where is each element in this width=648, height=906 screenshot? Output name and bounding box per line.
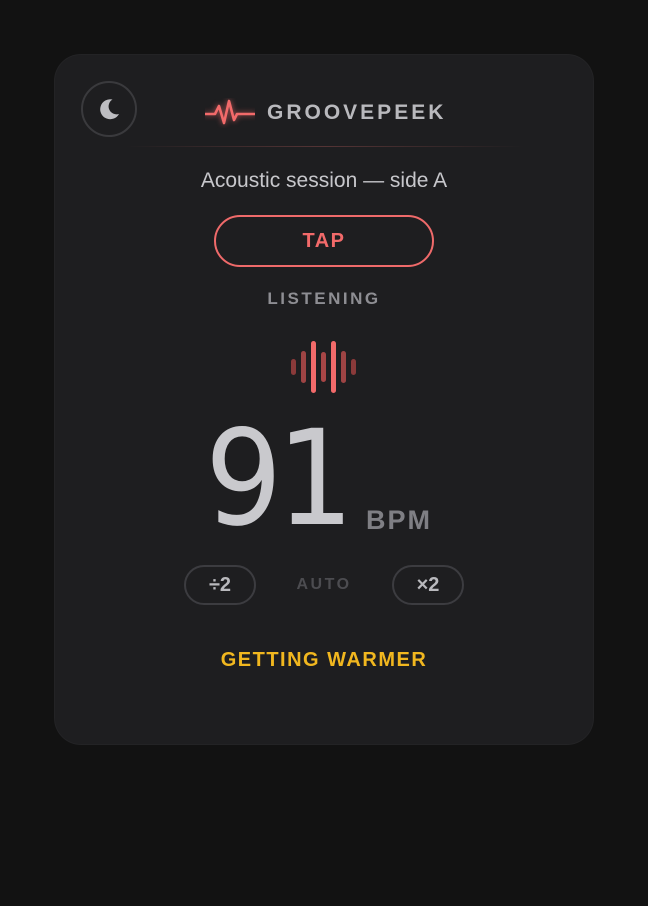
feedback-hint: GETTING WARMER — [220, 649, 428, 671]
app-title: GROOVEPEEK — [267, 101, 447, 124]
auto-mode-label: AUTO — [296, 576, 352, 593]
status-label: LISTENING — [267, 289, 381, 308]
header-divider — [125, 146, 525, 147]
bpm-unit: BPM — [366, 505, 432, 535]
tap-button[interactable]: TAP — [214, 215, 434, 267]
brand: GROOVEPEEK — [205, 95, 446, 131]
theme-toggle-button[interactable] — [81, 81, 137, 137]
sound-wave-icon — [291, 341, 356, 393]
bpm-value: 91 — [205, 402, 354, 556]
session-title: Acoustic session — side A — [200, 169, 448, 192]
tempo-card: GROOVEPEEK Acoustic session — side A TAP… — [55, 55, 593, 744]
double-tempo-button[interactable]: ×2 — [392, 565, 464, 605]
moon-icon — [100, 99, 119, 120]
heartbeat-icon — [205, 99, 255, 125]
half-tempo-button[interactable]: ÷2 — [184, 565, 256, 605]
